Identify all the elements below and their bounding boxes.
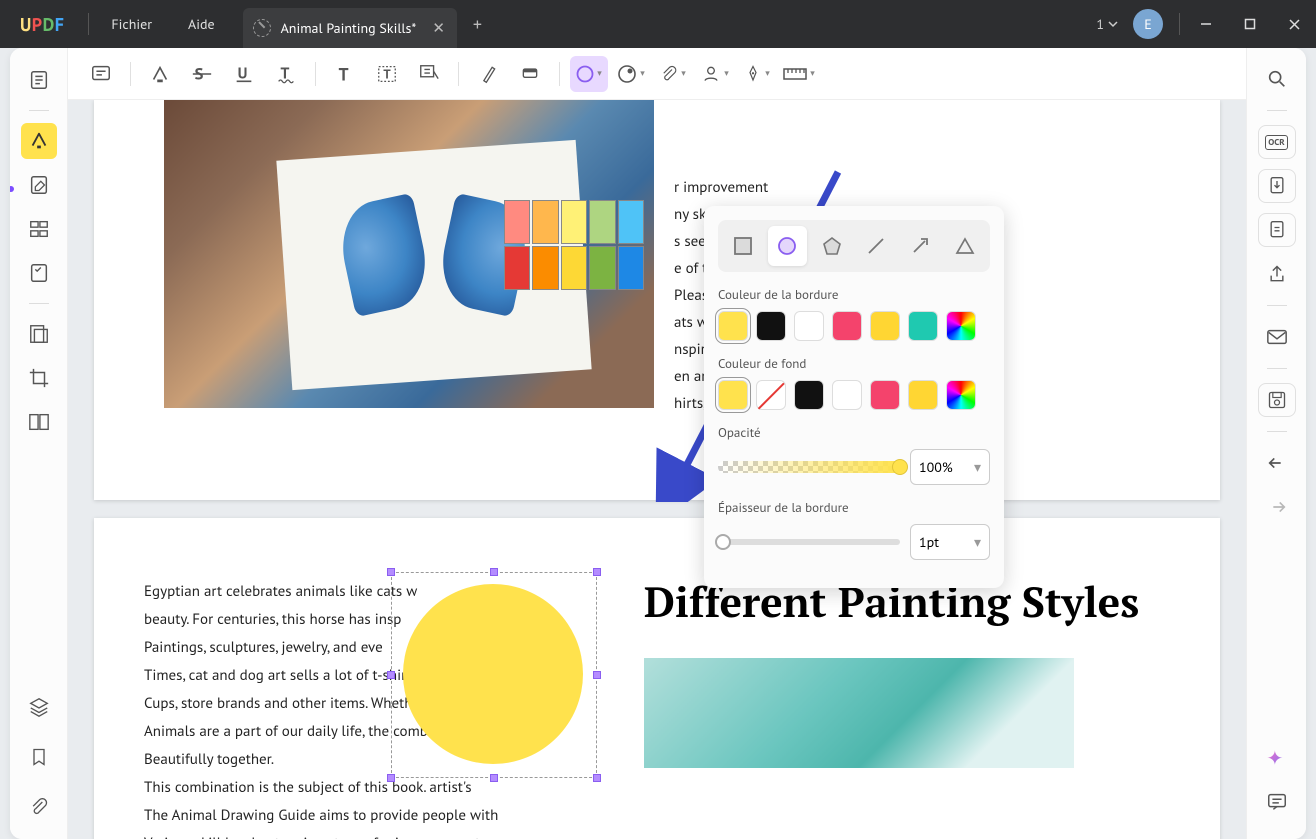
fill-color-label: Couleur de fond [718,355,990,372]
crop-button[interactable] [21,360,57,396]
comments-panel-button[interactable] [1258,785,1296,819]
close-tab-icon[interactable]: ✕ [432,19,445,38]
thickness-label: Épaisseur de la bordure [718,499,990,516]
maximize-button[interactable] [1228,0,1272,48]
thickness-combo[interactable]: 1pt▾ [910,524,990,560]
border-swatch-yellow2[interactable] [870,311,900,341]
new-tab-button[interactable]: + [457,13,498,36]
fill-swatch-white[interactable] [832,380,862,410]
email-button[interactable] [1258,320,1296,354]
share-button[interactable] [1258,257,1296,291]
border-swatch-yellow[interactable] [718,311,748,341]
border-color-label: Couleur de la bordure [718,286,990,303]
highlight-tool[interactable] [141,56,179,92]
svg-text:T: T [339,63,349,85]
fill-swatch-custom[interactable] [946,380,976,410]
callout-tool[interactable] [410,56,448,92]
ocr-button[interactable]: OCR [1258,125,1296,159]
pen-tool[interactable]: ▾ [738,56,776,92]
shape-properties-popover: Couleur de la bordure Couleur de fond [704,206,1004,588]
reader-mode-button[interactable] [21,62,57,98]
document-image [644,658,1074,768]
ocr-page-button[interactable] [21,316,57,352]
convert-button[interactable] [1258,169,1296,203]
save-button[interactable] [1258,383,1296,417]
document-tab[interactable]: Animal Painting Skills* ✕ [243,8,457,48]
signature-tool[interactable]: ▾ [696,56,734,92]
opacity-slider[interactable] [718,461,900,473]
underline-tool[interactable]: U [225,56,263,92]
shape-oval[interactable] [768,226,806,266]
border-swatch-custom[interactable] [946,311,976,341]
layers-button[interactable] [21,689,57,725]
fill-swatch-none[interactable] [756,380,786,410]
border-swatch-red[interactable] [832,311,862,341]
redo-button[interactable] [1258,490,1296,524]
menu-file[interactable]: Fichier [93,15,170,33]
shape-rectangle[interactable] [724,226,762,266]
border-swatch-white[interactable] [794,311,824,341]
attach-tool[interactable]: ▾ [654,56,692,92]
shape-polygon[interactable] [813,226,851,266]
compare-button[interactable] [21,404,57,440]
close-window-button[interactable] [1272,0,1316,48]
attachment-button[interactable] [21,789,57,825]
textbox-tool[interactable]: T [368,56,406,92]
pencil-tool[interactable] [469,56,507,92]
tab-count[interactable]: 1 [1096,15,1119,33]
border-swatch-black[interactable] [756,311,786,341]
fill-swatch-yellow2[interactable] [908,380,938,410]
squiggly-tool[interactable]: T [267,56,305,92]
comment-mode-button[interactable] [21,123,57,159]
eraser-tool[interactable] [511,56,549,92]
bookmark-button[interactable] [21,739,57,775]
edit-mode-button[interactable] [21,167,57,203]
tab-title: Animal Painting Skills* [281,19,417,37]
ruler-tool[interactable]: ▾ [780,56,818,92]
organize-mode-button[interactable] [21,211,57,247]
fill-swatch-black[interactable] [794,380,824,410]
fill-swatch-red[interactable] [870,380,900,410]
text-tool[interactable]: T [326,56,364,92]
compress-button[interactable] [1258,213,1296,247]
fill-swatch-yellow[interactable] [718,380,748,410]
selected-circle-shape[interactable] [393,574,595,776]
border-swatch-teal[interactable] [908,311,938,341]
search-button[interactable] [1258,62,1296,96]
shape-tool[interactable]: ▾ [570,56,608,92]
ai-assistant-button[interactable] [1258,741,1296,775]
stamp-tool[interactable]: ▾ [612,56,650,92]
thickness-slider[interactable] [718,539,900,545]
strikethrough-tool[interactable]: S [183,56,221,92]
note-tool[interactable] [82,56,120,92]
app-logo: UPDF [0,13,84,36]
shape-arrow[interactable] [901,226,939,266]
shape-triangle[interactable] [946,226,984,266]
menu-help[interactable]: Aide [170,15,233,33]
shape-line[interactable] [857,226,895,266]
document-image [164,100,654,408]
svg-text:T: T [383,65,391,82]
user-avatar[interactable]: E [1133,9,1163,39]
form-mode-button[interactable] [21,255,57,291]
undo-button[interactable] [1258,446,1296,480]
opacity-label: Opacité [718,424,990,441]
tab-doc-icon [253,19,271,37]
opacity-combo[interactable]: 100%▾ [910,449,990,485]
minimize-button[interactable] [1184,0,1228,48]
